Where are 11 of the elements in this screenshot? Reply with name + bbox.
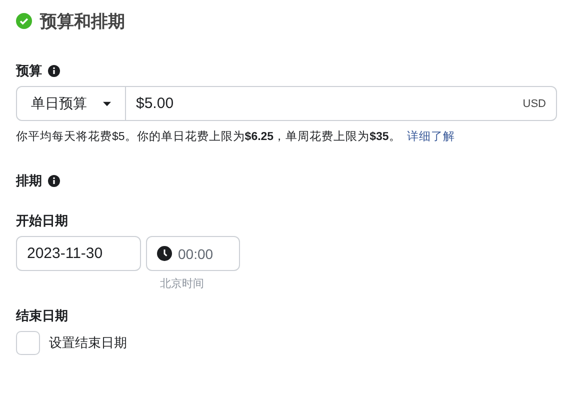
budget-label: 预算	[16, 62, 42, 80]
start-date-field[interactable]: 2023-11-30	[16, 236, 141, 271]
section-title: 预算和排期	[40, 10, 125, 32]
schedule-label: 排期	[16, 172, 42, 190]
start-date-label: 开始日期	[16, 212, 68, 230]
budget-help-text: 你平均每天将花费$5。你的单日花费上限为$6.25，单周花费上限为$35。	[16, 130, 401, 144]
end-date-label: 结束日期	[16, 307, 68, 325]
end-date-checkbox-label: 设置结束日期	[49, 334, 127, 352]
timezone-label: 北京时间	[160, 276, 204, 291]
start-time-field[interactable]: 00:00	[146, 236, 240, 271]
learn-more-link[interactable]: 详细了解	[406, 129, 455, 144]
